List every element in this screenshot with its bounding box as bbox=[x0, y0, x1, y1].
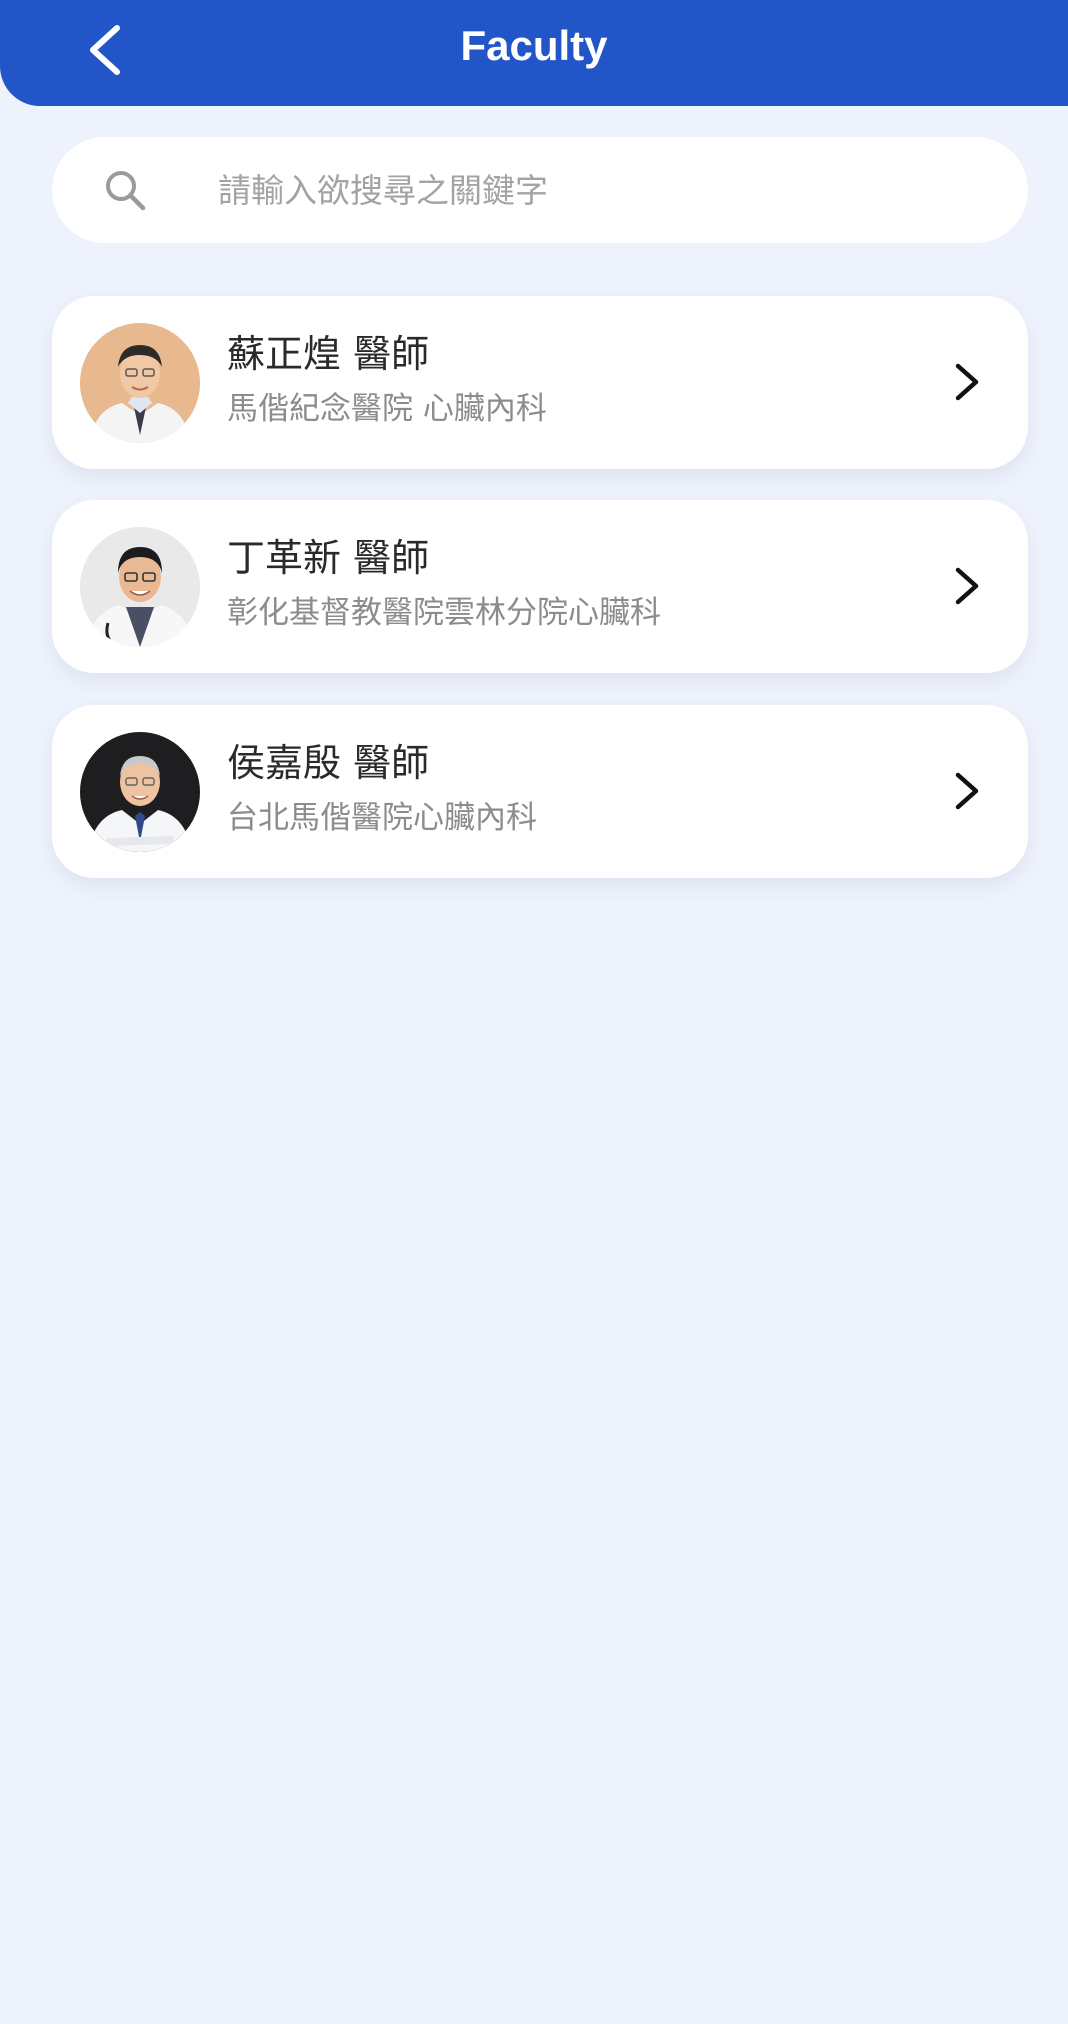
doctor-name: 蘇正煌 醫師 bbox=[227, 332, 430, 376]
doctor-name: 丁革新 醫師 bbox=[227, 536, 430, 580]
search-icon bbox=[106, 171, 146, 211]
chevron-right-icon bbox=[955, 567, 979, 605]
faculty-card[interactable]: 蘇正煌 醫師 馬偕紀念醫院 心臟內科 bbox=[52, 296, 1028, 469]
search-bar[interactable] bbox=[52, 137, 1028, 243]
doctor-avatar bbox=[80, 323, 200, 443]
chevron-right-icon bbox=[955, 772, 979, 810]
doctor-avatar bbox=[80, 732, 200, 852]
doctor-avatar bbox=[80, 527, 200, 647]
faculty-card[interactable]: 丁革新 醫師 彰化基督教醫院雲林分院心臟科 bbox=[52, 500, 1028, 673]
search-input[interactable] bbox=[218, 137, 998, 243]
page-title: Faculty bbox=[460, 22, 608, 69]
doctor-affiliation: 台北馬偕醫院心臟內科 bbox=[227, 800, 537, 836]
doctor-affiliation: 彰化基督教醫院雲林分院心臟科 bbox=[227, 595, 661, 631]
doctor-affiliation: 馬偕紀念醫院 心臟內科 bbox=[227, 391, 547, 427]
doctor-name: 侯嘉殷 醫師 bbox=[227, 741, 430, 785]
faculty-card[interactable]: 侯嘉殷 醫師 台北馬偕醫院心臟內科 bbox=[52, 705, 1028, 878]
app-header: Faculty bbox=[0, 0, 1068, 106]
chevron-right-icon bbox=[955, 363, 979, 401]
